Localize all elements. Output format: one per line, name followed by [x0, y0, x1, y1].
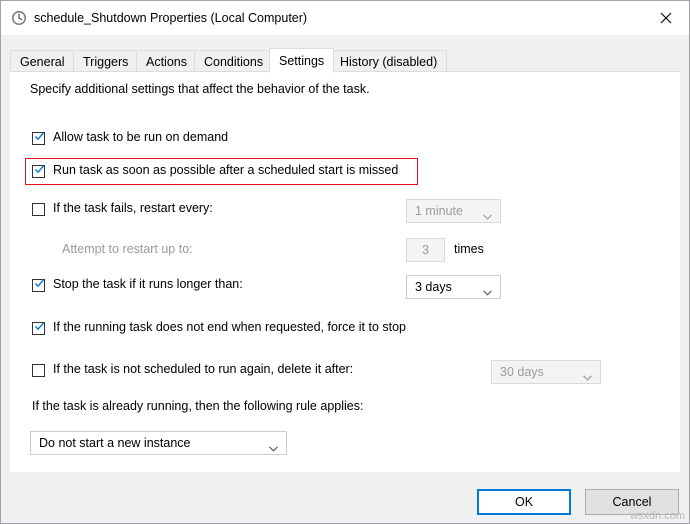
label-force-stop: If the running task does not end when re…: [53, 320, 407, 334]
checkbox-stop-task[interactable]: [32, 279, 45, 292]
input-attempt-count[interactable]: 3: [406, 238, 445, 262]
check-icon: [34, 321, 45, 332]
checkbox-run-asap[interactable]: [32, 165, 45, 178]
checkbox-force-stop[interactable]: [32, 322, 45, 335]
task-properties-window: schedule_Shutdown Properties (Local Comp…: [0, 0, 690, 524]
label-allow-on-demand: Allow task to be run on demand: [53, 130, 229, 144]
label-stop-task: Stop the task if it runs longer than:: [53, 277, 243, 291]
combo-restart-interval-value: 1 minute: [415, 204, 463, 218]
close-icon[interactable]: [643, 1, 689, 34]
label-run-asap: Run task as soon as possible after a sch…: [53, 163, 399, 177]
check-icon: [34, 164, 45, 175]
settings-panel: Specify additional settings that affect …: [10, 72, 680, 472]
panel-description: Specify additional settings that affect …: [30, 82, 370, 96]
checkbox-restart-on-fail[interactable]: [32, 203, 45, 216]
tab-triggers[interactable]: Triggers: [73, 50, 139, 72]
combo-delete-after[interactable]: 30 days: [491, 360, 601, 384]
label-attempt-restart: Attempt to restart up to:: [62, 242, 193, 256]
combo-running-rule[interactable]: Do not start a new instance: [30, 431, 287, 455]
combo-delete-after-value: 30 days: [500, 365, 544, 379]
checkbox-delete-after[interactable]: [32, 364, 45, 377]
combo-stop-after-value: 3 days: [415, 280, 452, 294]
tab-actions[interactable]: Actions: [136, 50, 197, 72]
tab-strip: General Triggers Actions Conditions Sett…: [10, 48, 680, 73]
label-running-rule: If the task is already running, then the…: [32, 399, 364, 413]
chevron-down-icon: [483, 285, 492, 299]
combo-restart-interval[interactable]: 1 minute: [406, 199, 501, 223]
watermark: wsxdn.com: [629, 510, 685, 522]
chevron-down-icon: [269, 441, 278, 455]
chevron-down-icon: [483, 209, 492, 223]
combo-running-rule-value: Do not start a new instance: [39, 436, 191, 450]
tab-settings[interactable]: Settings: [269, 48, 335, 73]
label-delete-after: If the task is not scheduled to run agai…: [53, 362, 354, 376]
check-icon: [34, 278, 45, 289]
tab-history[interactable]: History (disabled): [330, 50, 448, 72]
chevron-down-icon: [583, 370, 592, 384]
ok-button[interactable]: OK: [477, 489, 571, 515]
combo-stop-after[interactable]: 3 days: [406, 275, 501, 299]
tab-general[interactable]: General: [10, 50, 75, 72]
tab-conditions[interactable]: Conditions: [194, 50, 274, 72]
checkbox-allow-on-demand[interactable]: [32, 132, 45, 145]
tab-underline: [10, 71, 680, 72]
attempt-count-value: 3: [422, 243, 429, 257]
label-restart-on-fail: If the task fails, restart every:: [53, 201, 213, 215]
title-bar: schedule_Shutdown Properties (Local Comp…: [1, 1, 689, 35]
window-title: schedule_Shutdown Properties (Local Comp…: [34, 11, 308, 25]
label-attempt-units: times: [454, 242, 484, 256]
clock-icon: [11, 10, 27, 26]
check-icon: [34, 131, 45, 142]
